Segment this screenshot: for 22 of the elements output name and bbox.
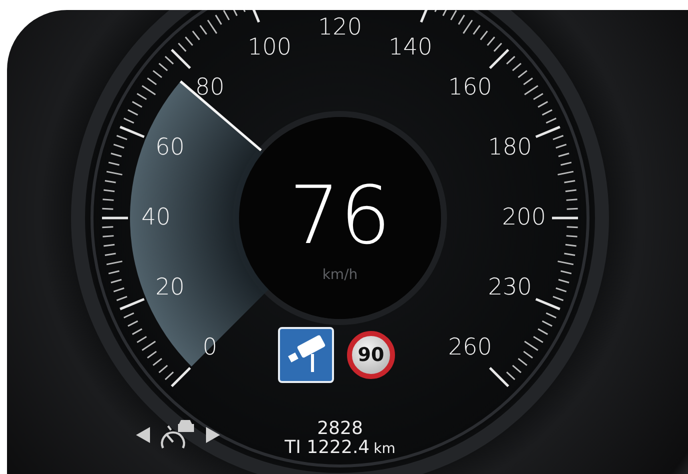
scale-label: 180 [488,136,532,160]
scale-label: 0 [202,336,218,360]
scale-label: 20 [155,276,185,300]
speed-unit: km/h [322,268,358,282]
scale-label: 230 [488,276,532,300]
odometer-reading: 2828 [317,420,363,439]
speed-camera-sign-icon [278,327,334,383]
scale-label: 100 [248,36,292,60]
scale-label: 260 [448,336,492,360]
trip-reading: TI 1222.4 [284,438,370,458]
right-arrow-icon [205,426,221,444]
scale-label: 120 [318,16,362,40]
scale-label: 80 [195,76,225,100]
scale-label: 160 [448,76,492,100]
scale-label: 60 [155,136,185,160]
left-arrow-icon [135,426,151,444]
scale-label: 40 [141,206,171,230]
speed-limit-sign: 90 [347,331,395,379]
speed-reading: 76 [289,176,391,256]
scale-label: 140 [388,36,432,60]
scale-label: 200 [502,206,546,230]
trip-unit: km [374,440,396,457]
